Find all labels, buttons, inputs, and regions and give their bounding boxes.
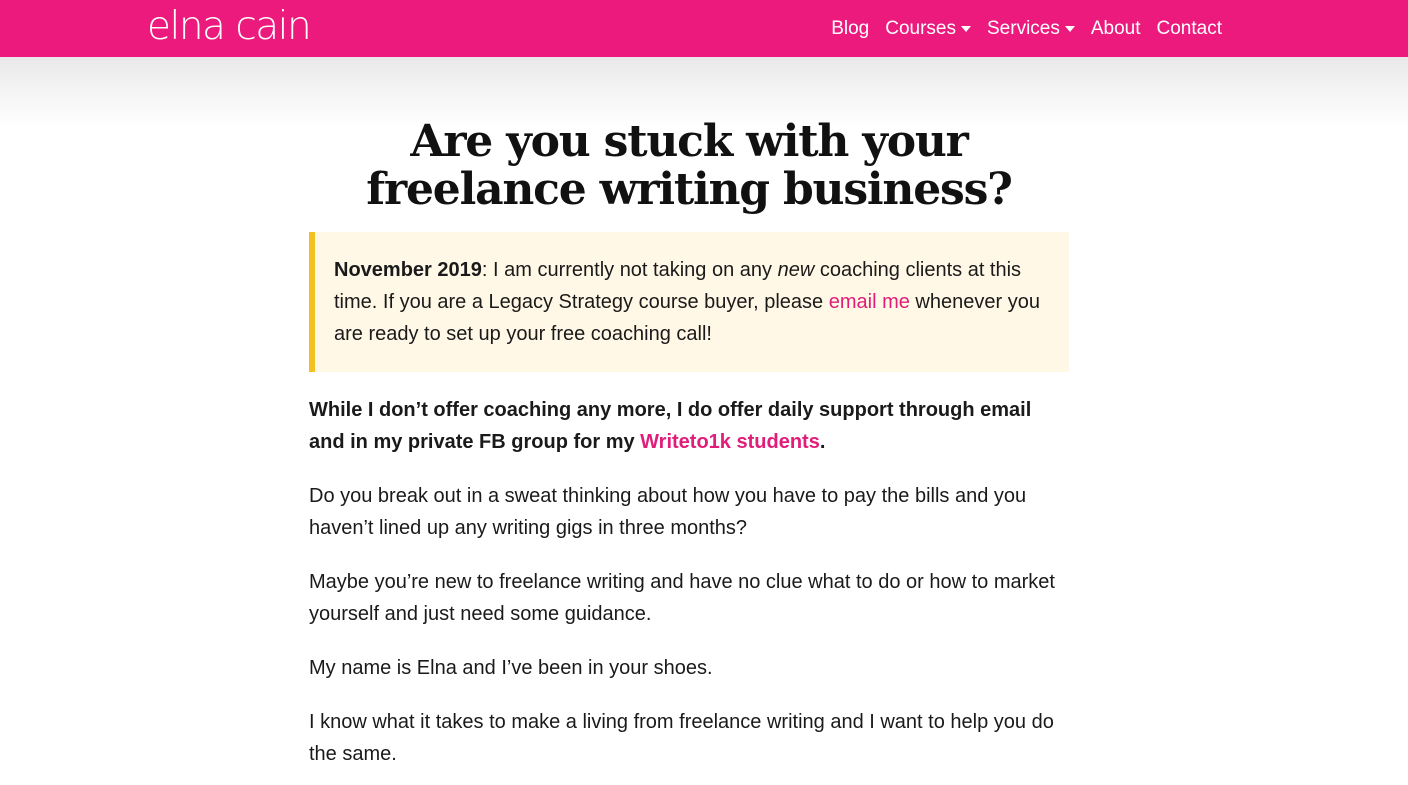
nav-about[interactable]: About bbox=[1091, 18, 1141, 40]
notice-date: November 2019 bbox=[334, 259, 482, 281]
paragraph-sweat: Do you break out in a sweat thinking abo… bbox=[309, 485, 1027, 539]
nav-contact-label: Contact bbox=[1156, 17, 1222, 39]
site-logo[interactable]: elna cain bbox=[147, 5, 312, 49]
top-navbar: elna cain Blog Courses Services About Co… bbox=[0, 0, 1408, 57]
email-me-link[interactable]: email me bbox=[829, 291, 910, 313]
support-paragraph: While I don’t offer coaching any more, I… bbox=[309, 394, 1069, 458]
chevron-down-icon bbox=[961, 26, 971, 32]
page-title: Are you stuck with your freelance writin… bbox=[366, 116, 1013, 215]
nav-blog[interactable]: Blog bbox=[831, 18, 869, 40]
nav-courses-label: Courses bbox=[885, 17, 956, 39]
chevron-down-icon bbox=[1064, 26, 1075, 32]
paragraph-help: I know what it takes to make a living fr… bbox=[309, 711, 1054, 765]
support-end: . bbox=[819, 431, 826, 453]
main-nav: Blog Courses Services About Contact bbox=[831, 0, 1222, 57]
nav-services[interactable]: Services bbox=[987, 18, 1075, 40]
notice-text-1: : I am currently not taking on any bbox=[481, 259, 778, 281]
writeto1k-link[interactable]: Writeto1k students bbox=[640, 431, 820, 453]
paragraph-intro: My name is Elna and I’ve been in your sh… bbox=[309, 657, 713, 679]
nav-about-label: About bbox=[1090, 17, 1141, 39]
nav-courses[interactable]: Courses bbox=[885, 18, 971, 40]
notice-box: November 2019: I am currently not taking… bbox=[309, 232, 1069, 372]
nav-services-label: Services bbox=[987, 17, 1060, 39]
paragraph-new-writer: Maybe you’re new to freelance writing an… bbox=[309, 571, 1055, 625]
nav-contact[interactable]: Contact bbox=[1157, 18, 1222, 40]
notice-emphasis: new bbox=[777, 259, 815, 281]
nav-blog-label: Blog bbox=[831, 17, 870, 39]
main-content: Are you stuck with your freelance writin… bbox=[309, 118, 1069, 770]
